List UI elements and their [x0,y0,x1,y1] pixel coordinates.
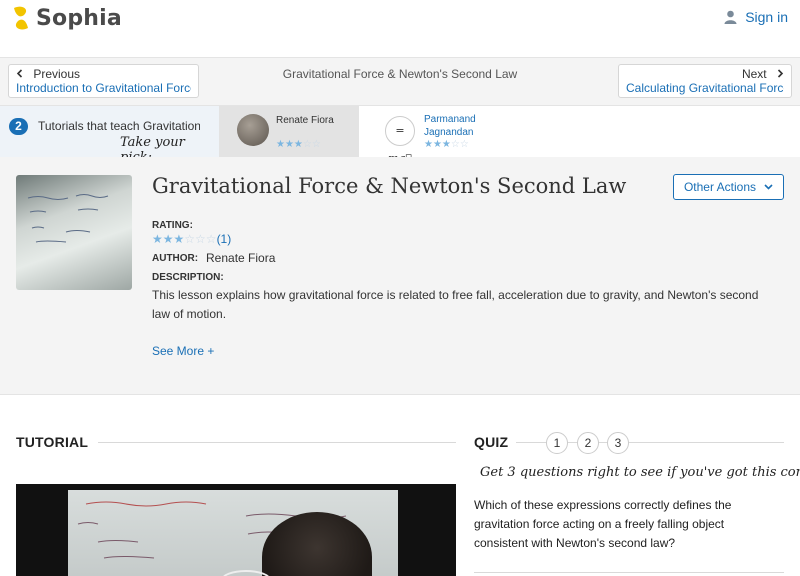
lesson-thumbnail[interactable] [16,175,132,290]
quiz-divider-bottom [474,572,784,573]
lesson-navigation: Previous Introduction to Gravitational F… [0,58,800,105]
author-name: Renate Fiora [206,251,276,265]
previous-tutorial-link[interactable]: Introduction to Gravitational Force [16,81,191,95]
quiz-heading: QUIZ [474,434,509,450]
rating-count[interactable]: (1) [217,232,232,246]
site-header: Sophia Sign in [0,0,800,58]
description-label: DESCRIPTION: [152,272,224,283]
next-label: Next [626,67,784,81]
tutorial-author-name-line2[interactable]: Jagnandan [424,127,474,138]
take-your-pick-label: Take your pick: [120,135,185,157]
star-rating: ★★★☆☆ [424,139,469,150]
star-empty-icon: ☆☆ [302,139,321,150]
sophia-logo[interactable]: Sophia [10,4,122,32]
tutorial-author-name: Renate Fiora [276,115,334,126]
author-label: AUTHOR: [152,253,199,264]
other-actions-button[interactable]: Other Actions [673,174,784,200]
star-rating: ★★★☆☆ [276,139,321,150]
chevron-down-icon [764,184,773,190]
sign-in-label: Sign in [745,9,788,25]
chevron-right-icon [774,67,784,81]
star-empty-icon: ☆☆☆ [184,232,217,246]
next-tutorial-link[interactable]: Calculating Gravitational Force [626,81,784,95]
star-empty-icon: ☆☆ [450,139,469,150]
tutorial-author-name-line1[interactable]: Parmanand [424,114,476,125]
see-more-link[interactable]: See More + [152,344,214,358]
star-filled-icon: ★★★ [152,232,185,246]
star-filled-icon: ★★★ [276,139,303,150]
avatar: = mg⃗ [385,116,415,165]
previous-label: Previous [16,67,191,81]
user-icon [724,10,737,24]
quiz-question-2-button[interactable]: 2 [577,432,599,454]
tutorial-count-badge: 2 [9,118,28,135]
avatar [237,114,269,146]
brand-name: Sophia [36,5,122,31]
previous-tutorial-button[interactable]: Previous Introduction to Gravitational F… [8,64,199,98]
tutorial-picker: 2 Tutorials that teach Gravitational For… [0,105,800,165]
tutorial-heading: TUTORIAL [16,434,89,450]
tutorial-video-player[interactable] [16,484,456,576]
lesson-title: Gravitational Force & Newton's Second La… [152,174,627,198]
nav-title: Gravitational Force & Newton's Second La… [282,67,518,81]
tutorial-picker-text: Tutorials that teach Gravitational Force… [38,119,200,133]
sign-in-link[interactable]: Sign in [724,9,788,25]
lesson-rating[interactable]: ★★★☆☆☆(1) [152,232,231,246]
quiz-tagline: Get 3 questions right to see if you've g… [480,465,800,480]
chevron-left-icon [16,67,26,81]
lesson-description: This lesson explains how gravitational f… [152,288,759,321]
other-actions-label: Other Actions [683,180,757,194]
rating-label: RATING: [152,220,193,231]
tutorial-divider [98,442,456,443]
quiz-question-3-button[interactable]: 3 [607,432,629,454]
tutorial-card-renate-fiora[interactable]: Renate Fiora ★★★☆☆ [219,106,359,157]
quiz-question-1-button[interactable]: 1 [546,432,568,454]
quiz-question-text: Which of these expressions correctly def… [474,498,732,550]
tutorial-picker-intro: 2 Tutorials that teach Gravitational For… [0,106,219,157]
whiteboard-writing-icon [27,194,109,243]
star-filled-icon: ★★★ [424,139,451,150]
next-tutorial-button[interactable]: Next Calculating Gravitational Force [618,64,792,98]
sophia-logo-icon [10,5,32,31]
tutorial-card-parmanand-jagnandan[interactable]: = mg⃗ Parmanand Jagnandan ★★★☆☆ [359,106,800,165]
